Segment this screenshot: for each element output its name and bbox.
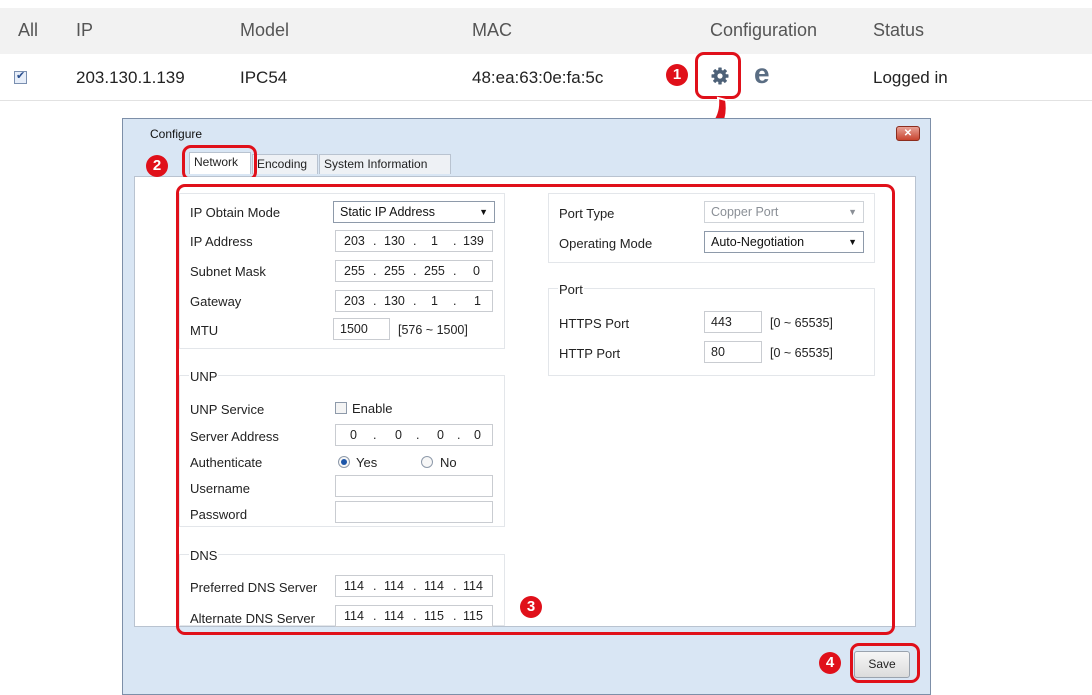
settings-highlight: [176, 184, 895, 635]
close-icon[interactable]: ✕: [896, 126, 920, 141]
callout-4: 4: [819, 652, 841, 674]
device-status: Logged in: [873, 68, 948, 87]
network-tab-highlight: [182, 145, 257, 181]
column-model[interactable]: Model: [240, 20, 289, 41]
callout-3: 3: [520, 596, 542, 618]
ie-icon[interactable]: e: [754, 60, 770, 88]
tab-encoding[interactable]: Encoding: [252, 154, 318, 174]
column-mac[interactable]: MAC: [472, 20, 512, 41]
device-model: IPC54: [240, 68, 288, 87]
dialog-title: Configure: [150, 127, 203, 141]
save-highlight: [850, 643, 920, 683]
tab-system-information[interactable]: System Information: [319, 154, 451, 174]
column-all[interactable]: All: [18, 20, 38, 41]
callout-2: 2: [146, 155, 168, 177]
column-ip[interactable]: IP: [76, 20, 93, 41]
column-status[interactable]: Status: [873, 20, 924, 41]
device-mac: 48:ea:63:0e:fa:5c: [472, 68, 604, 87]
device-ip: 203.130.1.139: [76, 68, 185, 87]
device-list-header: [0, 8, 1092, 54]
column-configuration[interactable]: Configuration: [710, 20, 817, 41]
device-row-checkbox[interactable]: [14, 69, 27, 84]
callout-1: 1: [666, 64, 688, 86]
gear-highlight: [695, 52, 741, 99]
